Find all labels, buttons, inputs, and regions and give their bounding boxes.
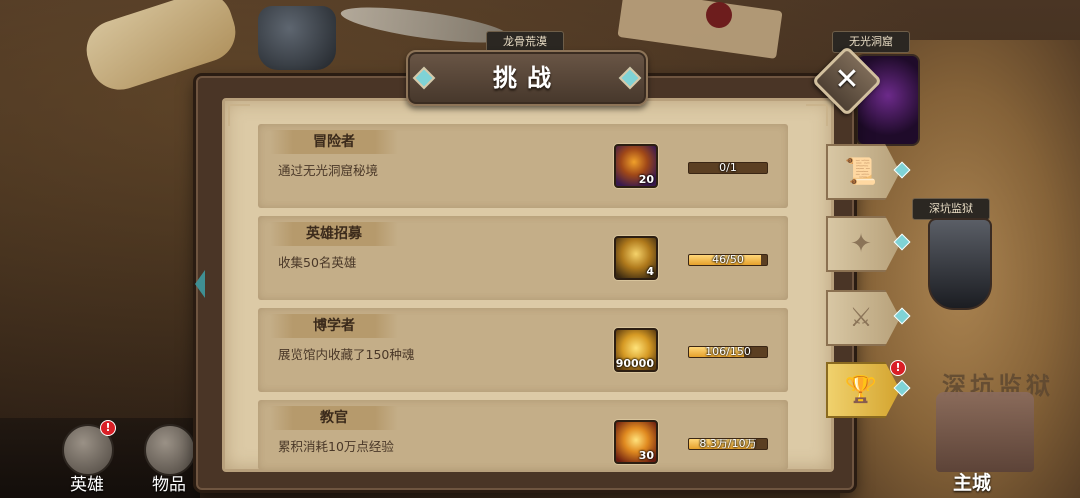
challenge-row[interactable]: 教官 累积消耗10万点经验 30 8.3万/10万 [258,400,788,470]
alert-badge: ! [890,360,906,376]
tab-trophy[interactable]: 🏆 [826,362,900,418]
reward-quantity: 4 [646,265,654,278]
gold-coin-icon[interactable]: 90000 [614,328,658,372]
crossed-swords-icon: ⚔ [849,303,873,333]
progress-bar: 106/150 [688,346,768,358]
progress-text: 46/50 [712,254,744,266]
challenge-row[interactable]: 冒险者 通过无光洞窟秘境 20 0/1 [258,124,788,208]
heroes-nav-label: 英雄 [70,475,104,495]
progress-bar: 0/1 [688,162,768,174]
golden-key-icon[interactable]: 4 [614,236,658,280]
alert-badge: ! [100,420,116,436]
corner-ornament [228,104,250,126]
challenge-title: 博学者 [313,318,355,334]
inkpot-decoration [258,6,336,70]
items-nav-button[interactable]: 物品 [138,418,200,498]
progress-text: 8.3万/10万 [699,438,757,450]
challenge-title: 冒险者 [313,134,355,150]
challenge-description: 通过无光洞窟秘境 [278,163,379,178]
book-icon: ✦ [850,229,872,259]
progress-bar: 46/50 [688,254,768,266]
challenge-list[interactable]: 冒险者 通过无光洞窟秘境 20 0/1 英雄招募 收集50名英雄 4 46/50… [258,124,788,470]
reward-quantity: 20 [638,173,654,186]
scroll-icon: 📜 [844,157,878,187]
wax-seal-icon [706,2,732,28]
main-city-castle-icon[interactable] [936,392,1034,472]
tab-battle[interactable]: ⚔ [826,290,900,346]
challenge-row[interactable]: 博学者 展览馆内收藏了150种魂 90000 106/150 [258,308,788,392]
location-label-pit-prison[interactable]: 深坑监狱 [912,198,990,220]
reward-quantity: 90000 [615,357,654,370]
challenge-row[interactable]: 英雄招募 收集50名英雄 4 46/50 [258,216,788,300]
tab-book[interactable]: ✦ [826,216,900,272]
close-icon[interactable]: ✕ [822,56,872,106]
challenge-description: 展览馆内收藏了150种魂 [278,347,415,362]
progress-bar: 8.3万/10万 [688,438,768,450]
challenge-title: 英雄招募 [306,226,362,242]
left-arrow-icon [195,270,205,298]
main-city-label[interactable]: 主城 [953,468,991,495]
challenge-description: 收集50名英雄 [278,255,357,270]
purple-chest-icon[interactable]: 20 [614,144,658,188]
pit-prison-portal-icon[interactable] [928,218,992,310]
challenge-title: 教官 [320,410,348,426]
bag-icon [144,424,196,476]
items-nav-label: 物品 [152,475,186,495]
exp-orb-icon[interactable]: 30 [614,420,658,464]
challenge-description: 累积消耗10万点经验 [278,439,394,454]
progress-text: 0/1 [719,162,737,174]
reward-quantity: 30 [638,449,654,462]
heroes-nav-button[interactable]: 英雄 ! [56,418,118,498]
progress-text: 106/150 [705,346,751,358]
trophy-icon: 🏆 [844,375,878,405]
dialog-title: 挑战 [493,64,561,92]
tab-scroll[interactable]: 📜 [826,144,900,200]
corner-ornament [806,104,828,126]
